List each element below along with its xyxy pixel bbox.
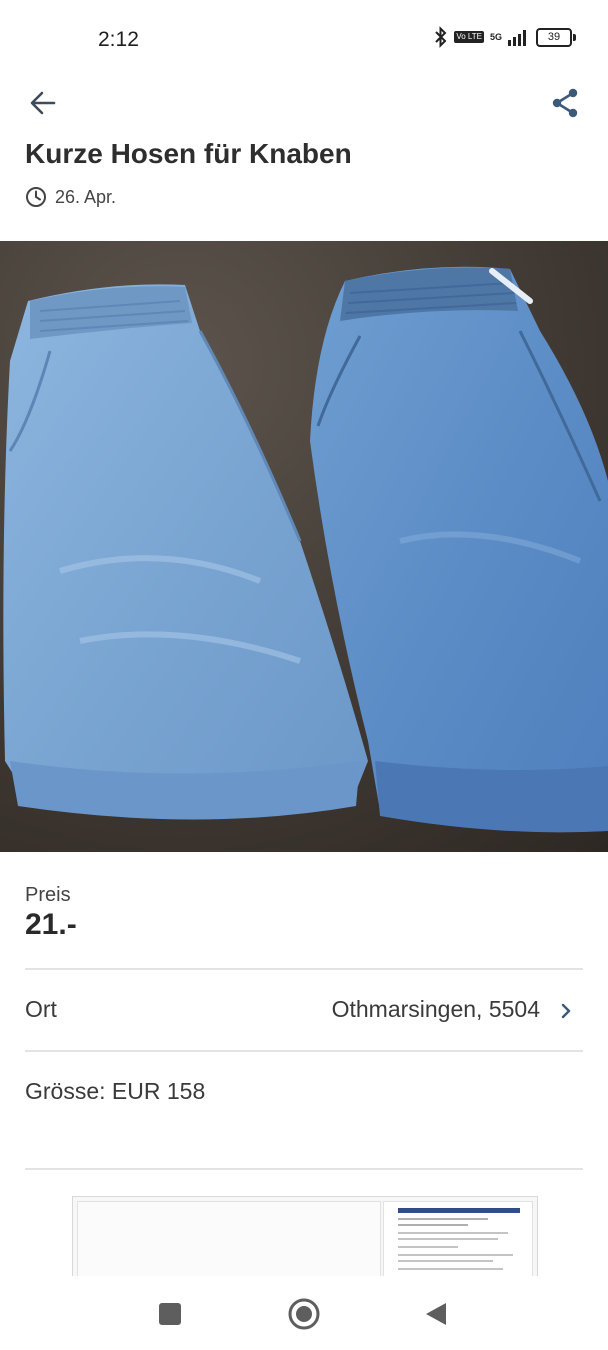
battery-icon: 39 xyxy=(536,27,576,47)
chevron-right-icon xyxy=(561,1003,571,1019)
price-label: Preis xyxy=(25,884,71,906)
divider xyxy=(25,1050,583,1052)
back-button[interactable] xyxy=(26,86,60,120)
arrow-left-icon xyxy=(30,91,56,115)
network-type: 5G xyxy=(489,32,502,42)
location-label: Ort xyxy=(25,996,57,1022)
listing-title: Kurze Hosen für Knaben xyxy=(25,138,352,169)
listing-photo[interactable] xyxy=(0,241,608,852)
divider xyxy=(25,968,583,970)
status-time: 2:12 xyxy=(98,28,139,51)
home-circle-icon xyxy=(288,1298,320,1330)
system-nav-bar xyxy=(0,1276,608,1350)
signal-icon xyxy=(508,30,526,46)
battery-level: 39 xyxy=(536,27,572,47)
document-thumbnail-image xyxy=(398,1208,520,1270)
recent-apps-button[interactable] xyxy=(150,1294,190,1334)
app-top-bar xyxy=(0,80,608,124)
share-button[interactable] xyxy=(548,86,582,120)
thumbnail-item[interactable] xyxy=(77,1201,381,1281)
listing-date: 26. Apr. xyxy=(25,186,116,208)
location-row[interactable]: Ort Othmarsingen, 5504 xyxy=(0,975,608,1045)
thumbnail-item[interactable] xyxy=(383,1201,533,1281)
location-value: Othmarsingen, 5504 xyxy=(331,996,540,1022)
date-text: 26. Apr. xyxy=(55,186,117,207)
square-icon xyxy=(159,1303,181,1325)
status-bar: 2:12 Vo LTE 5G 39 xyxy=(0,0,608,80)
back-nav-button[interactable] xyxy=(416,1294,456,1334)
bluetooth-icon xyxy=(435,26,447,48)
status-icons: Vo LTE 5G 39 xyxy=(434,26,576,48)
triangle-back-icon xyxy=(426,1303,446,1325)
product-image xyxy=(3,266,608,833)
price-value: 21.- xyxy=(25,908,77,941)
size-attribute: Grösse: EUR 158 xyxy=(25,1078,206,1104)
clock-icon xyxy=(26,187,46,207)
related-thumbnails xyxy=(72,1196,538,1281)
divider xyxy=(25,1168,583,1170)
home-button[interactable] xyxy=(284,1294,324,1334)
volte-icon: Vo LTE xyxy=(454,31,484,43)
share-icon xyxy=(552,88,578,118)
